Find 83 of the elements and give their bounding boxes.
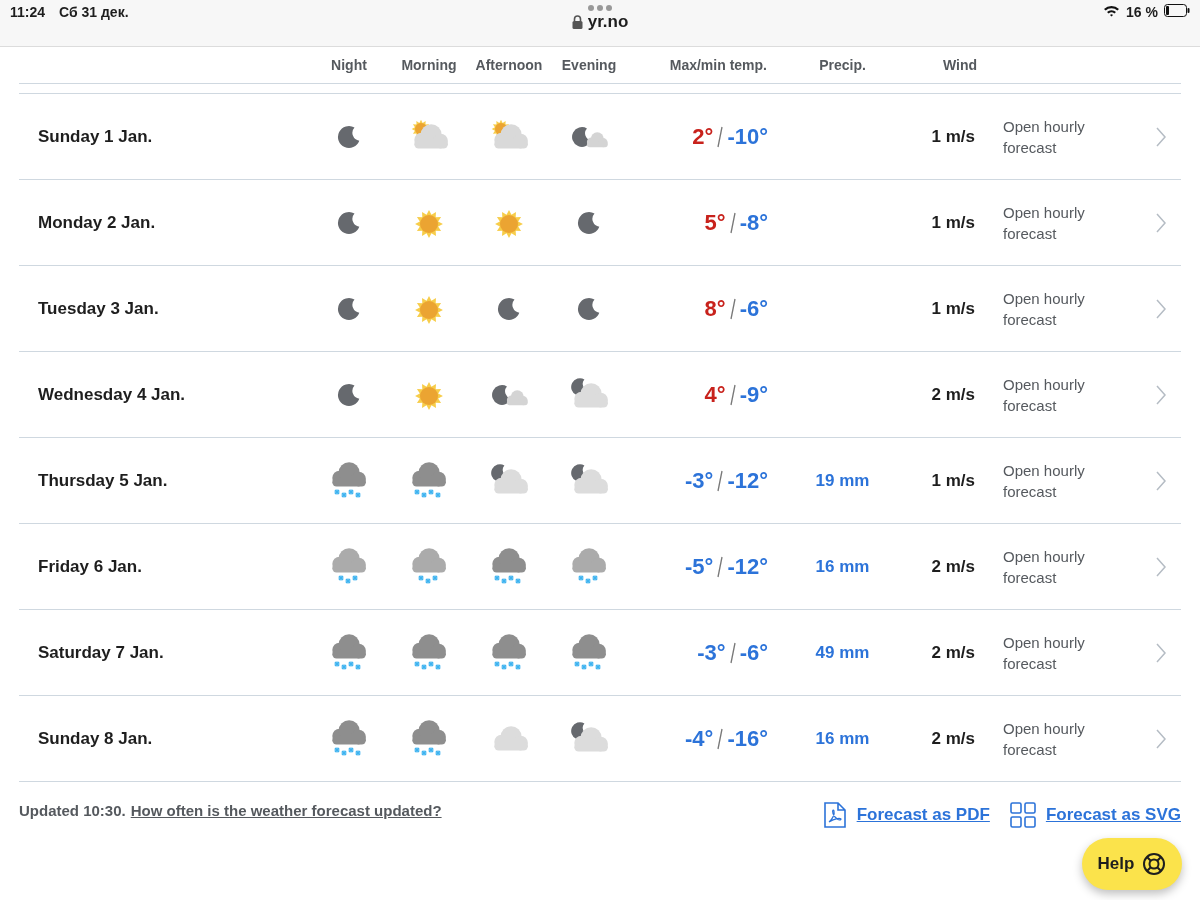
day-label: Monday 2 Jan.	[37, 212, 157, 233]
slash-icon	[729, 297, 736, 320]
pdf-file-icon	[822, 802, 847, 828]
column-header: Morning	[400, 57, 458, 73]
wind-speed: 2 m/s	[930, 642, 976, 663]
wind-speed: 2 m/s	[930, 728, 976, 749]
url-text: yr.no	[587, 12, 629, 32]
precipitation: 49 mm	[814, 642, 871, 663]
status-time: 11:24	[10, 4, 46, 20]
wind-speed: 1 m/s	[930, 298, 976, 319]
updated-text: Updated 10:30.	[19, 802, 126, 821]
open-hourly-link[interactable]: Open hourly forecast	[985, 545, 1113, 588]
wind-speed: 1 m/s	[930, 470, 976, 491]
open-hourly-link[interactable]: Open hourly forecast	[985, 115, 1113, 158]
wind-speed: 2 m/s	[930, 384, 976, 405]
dots-icon	[587, 4, 613, 12]
wifi-icon	[1103, 4, 1121, 17]
min-temp: -8°	[739, 209, 768, 236]
max-temp: 5°	[704, 209, 726, 236]
column-header: Wind	[941, 57, 978, 73]
pdf-link[interactable]: Forecast as PDF	[856, 805, 990, 825]
max-temp: -5°	[685, 553, 714, 580]
chevron-icon[interactable]	[1156, 728, 1166, 749]
precipitation: 19 mm	[814, 470, 871, 491]
column-header: Precip.	[818, 57, 867, 73]
open-hourly-link[interactable]: Open hourly forecast	[985, 459, 1113, 502]
open-hourly-link[interactable]: Open hourly forecast	[985, 373, 1113, 416]
day-label: Wednesday 4 Jan.	[37, 384, 187, 405]
day-label: Sunday 8 Jan.	[37, 728, 154, 749]
column-header: Afternoon	[474, 57, 544, 73]
max-temp: 2°	[692, 123, 714, 150]
min-temp: -6°	[739, 295, 768, 322]
chevron-icon[interactable]	[1156, 384, 1166, 405]
lock-icon	[571, 15, 583, 29]
column-header: Night	[330, 57, 368, 73]
day-label: Thursday 5 Jan.	[37, 470, 169, 491]
slash-icon	[729, 383, 736, 406]
help-button[interactable]: Help	[1082, 838, 1182, 890]
precipitation: 16 mm	[814, 728, 871, 749]
min-temp: -16°	[727, 725, 768, 752]
wind-speed: 1 m/s	[930, 212, 976, 233]
slash-icon	[729, 211, 736, 234]
grid-icon	[1009, 802, 1036, 828]
slash-icon	[717, 555, 724, 578]
battery-percent: 16 %	[1126, 4, 1158, 20]
day-label: Saturday 7 Jan.	[37, 642, 165, 663]
min-temp: -10°	[727, 123, 768, 150]
svg-link[interactable]: Forecast as SVG	[1045, 805, 1181, 825]
precipitation: 16 mm	[814, 556, 871, 577]
slash-icon	[717, 469, 724, 492]
faq-link[interactable]: How often is the weather forecast updated?	[130, 802, 442, 828]
chevron-icon[interactable]	[1156, 212, 1166, 233]
slash-icon	[717, 727, 724, 750]
day-label: Friday 6 Jan.	[37, 556, 143, 577]
chevron-icon[interactable]	[1156, 126, 1166, 147]
day-label: Sunday 1 Jan.	[37, 126, 154, 147]
min-temp: -12°	[727, 553, 768, 580]
wind-speed: 2 m/s	[930, 556, 976, 577]
min-temp: -12°	[727, 467, 768, 494]
chevron-icon[interactable]	[1156, 642, 1166, 663]
open-hourly-link[interactable]: Open hourly forecast	[985, 201, 1113, 244]
open-hourly-link[interactable]: Open hourly forecast	[985, 287, 1113, 330]
slash-icon	[729, 641, 736, 664]
chevron-icon[interactable]	[1156, 470, 1166, 491]
open-hourly-link[interactable]: Open hourly forecast	[985, 631, 1113, 674]
max-temp: -4°	[685, 725, 714, 752]
day-label: Tuesday 3 Jan.	[37, 298, 160, 319]
lifebuoy-icon	[1142, 852, 1167, 876]
max-temp: -3°	[685, 467, 714, 494]
min-temp: -9°	[739, 381, 768, 408]
chevron-icon[interactable]	[1156, 298, 1166, 319]
open-hourly-link[interactable]: Open hourly forecast	[985, 717, 1113, 760]
max-temp: 8°	[704, 295, 726, 322]
min-temp: -6°	[739, 639, 768, 666]
battery-icon	[1164, 4, 1190, 17]
slash-icon	[717, 125, 724, 148]
wind-speed: 1 m/s	[930, 126, 976, 147]
status-date: Сб 31 дек.	[59, 4, 129, 20]
max-temp: 4°	[704, 381, 726, 408]
column-header: Evening	[560, 57, 618, 73]
max-temp: -3°	[697, 639, 726, 666]
column-header: Max/min temp.	[668, 57, 768, 73]
chevron-icon[interactable]	[1156, 556, 1166, 577]
